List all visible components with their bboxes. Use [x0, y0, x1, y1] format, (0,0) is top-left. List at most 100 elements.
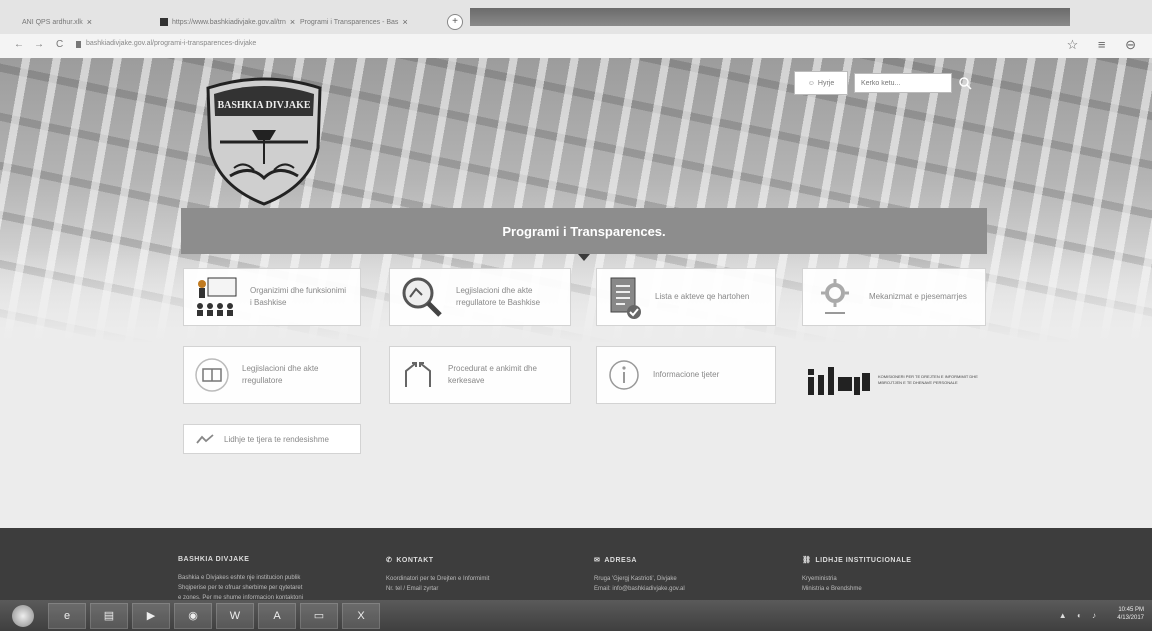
info-icon — [609, 360, 639, 390]
close-icon[interactable]: × — [290, 17, 295, 27]
user-icon: ☺ — [807, 79, 815, 87]
search-icon[interactable] — [958, 76, 972, 90]
taskbar-media[interactable]: ▶ — [132, 602, 170, 629]
forward-button[interactable]: → — [34, 39, 44, 50]
back-button[interactable]: ← — [14, 39, 24, 50]
tab-3[interactable]: Programi i Transparences - Bas × — [300, 12, 408, 32]
window-icon: ▭ — [313, 610, 325, 622]
transparency-banner: Programi i Transparences. — [181, 208, 987, 261]
footer-col-address: ✉ ADRESA Rruga 'Gjergj Kastrioti', Divja… — [594, 556, 794, 594]
chrome-icon: ◉ — [188, 610, 198, 622]
footer-link[interactable]: Nr. tel / Email zyrtar — [386, 584, 586, 594]
card-label: Legjislacioni dhe akte rregullatore te B… — [456, 286, 541, 307]
media-icon: ▶ — [146, 610, 156, 622]
phone-icon: ✆ — [386, 557, 393, 564]
idp-logo[interactable]: KOMISIONERI PER TE DREJTEN E INFORMIMIT … — [806, 360, 986, 400]
handshake-icon — [196, 434, 214, 444]
reload-button[interactable]: C — [56, 39, 63, 50]
footer-heading: ⛓ LIDHJE INSTITUCIONALE — [802, 556, 912, 565]
clipboard-icon — [610, 277, 641, 319]
card-label: Mekanizmat e pjesemarrjes — [869, 292, 967, 301]
page-title: Programi i Transparences. — [502, 223, 666, 239]
card-informacione[interactable]: Informacione tjeter — [596, 346, 776, 404]
footer-link[interactable]: Ministria e Brendshme — [802, 584, 1002, 594]
taskbar-ie[interactable]: e — [48, 602, 86, 629]
footer-heading: ✉ ADRESA — [594, 556, 637, 565]
favicon-icon — [160, 18, 168, 26]
ie-icon: e — [63, 609, 71, 622]
footer-text: Kryeministria Ministria e Brendshme — [802, 574, 1002, 594]
tab-3-label: Programi i Transparences - Bas — [300, 18, 399, 26]
taskbar-explorer[interactable]: ▤ — [90, 602, 128, 629]
presenter-icon — [197, 277, 237, 316]
card-lista-akteve[interactable]: Lista e akteve qe hartohen — [596, 268, 776, 326]
close-icon[interactable]: × — [402, 17, 407, 27]
tab-1-label: ANI QPS ardhur.xlk — [22, 18, 83, 26]
magnifier-icon — [402, 277, 442, 317]
footer-col-contact: ✆ KONTAKT Koordinatori per te Drejten e … — [386, 556, 586, 594]
card-label: Informacione tjeter — [653, 370, 720, 379]
card-procedurat[interactable]: Procedurat e ankimit dhe kerkesave — [389, 346, 571, 404]
url-field[interactable]: bashkiadivjake.gov.al/programi-i-transpa… — [86, 40, 256, 47]
close-icon[interactable]: × — [87, 17, 92, 27]
search-input[interactable] — [854, 73, 952, 93]
taskbar-acrobat[interactable]: A — [258, 602, 296, 629]
footer-link[interactable]: Rruga 'Gjergj Kastrioti', Divjake — [594, 574, 794, 584]
word-icon: W — [229, 609, 241, 622]
card-label: Procedurat e ankimit dhe kerkesave — [448, 364, 537, 385]
tab-1[interactable]: ANI QPS ardhur.xlk × — [22, 12, 92, 32]
idp-logo-mark — [808, 367, 870, 395]
footer-link[interactable]: Email: info@bashkiadivjake.gov.al — [594, 584, 794, 594]
taskbar-chrome[interactable]: ◉ — [174, 602, 212, 629]
footer-link[interactable]: Kryeministria — [802, 574, 1002, 584]
card-mekanizmat[interactable]: Mekanizmat e pjesemarrjes — [802, 268, 986, 326]
login-button[interactable]: ☺ Hyrje — [794, 71, 848, 95]
card-label: Lidhje te tjera te rendesishme — [224, 434, 329, 444]
lock-icon — [76, 41, 81, 48]
taskbar-word[interactable]: W — [216, 602, 254, 629]
taskbar-excel[interactable]: X — [342, 602, 380, 629]
clock-time: 10:45 PM — [1118, 607, 1144, 613]
footer-heading: ✆ KONTAKT — [386, 556, 434, 565]
card-legjislacioni[interactable]: Legjislacioni dhe akte rregullatore te B… — [389, 268, 571, 326]
system-clock[interactable]: 10:45 PM 4/13/2017 — [1117, 606, 1144, 623]
card-label: Organizimi dhe funksionimi i Bashkise — [250, 286, 347, 307]
new-tab-button[interactable]: + — [447, 14, 463, 30]
shield-text: BASHKIA DIVJAKE — [217, 100, 310, 111]
address-bar: ← → C bashkiadivjake.gov.al/programi-i-t… — [0, 34, 1152, 59]
card-organizimi[interactable]: Organizimi dhe funksionimi i Bashkise — [183, 268, 361, 326]
system-tray-icons[interactable]: ▲ ◐ ♪ — [1059, 611, 1100, 620]
browser-tab-strip: ANI QPS ardhur.xlk × https://www.bashkia… — [0, 0, 1152, 34]
clock-date: 4/13/2017 — [1117, 615, 1144, 622]
footer-col-links: ⛓ LIDHJE INSTITUCIONALE Kryeministria Mi… — [802, 556, 1002, 594]
tab-2[interactable]: https://www.bashkiadivjake.gov.al/trn × — [160, 12, 295, 32]
footer-text: Rruga 'Gjergj Kastrioti', Divjake Email:… — [594, 574, 794, 594]
municipality-shield-logo[interactable]: BASHKIA DIVJAKE — [200, 68, 328, 208]
footer-col-about: BASHKIA DIVJAKE Bashkia e Divjakes eshte… — [178, 556, 378, 604]
card-label: Lista e akteve qe hartohen — [655, 292, 750, 301]
link-icon: ⛓ — [802, 557, 812, 564]
idp-logo-text: KOMISIONERI PER TE DREJTEN E INFORMIMIT … — [878, 373, 978, 385]
tab-strip-background — [470, 8, 1070, 26]
footer: BASHKIA DIVJAKE Bashkia e Divjakes eshte… — [0, 528, 1152, 601]
browser-menu-icons[interactable]: ☆ ≡ ⊖ — [1067, 37, 1144, 53]
card-label: Legjislacioni dhe akte rregullatore — [242, 364, 319, 385]
card-legjislacioni-akte[interactable]: Legjislacioni dhe akte rregullatore — [183, 346, 361, 404]
windows-taskbar: e ▤ ▶ ◉ W A ▭ X ▲ ◐ ♪ 10:45 PM 4/13/2017 — [0, 600, 1152, 631]
banner-arrow — [578, 254, 590, 261]
card-lidhje[interactable]: Lidhje te tjera te rendesishme — [183, 424, 361, 454]
footer-text: Bashkia e Divjakes eshte nje institucion… — [178, 575, 304, 602]
footer-heading: BASHKIA DIVJAKE — [178, 556, 250, 563]
folder-icon: ▤ — [103, 610, 115, 622]
acrobat-icon: A — [273, 609, 281, 622]
gear-icon — [821, 279, 849, 314]
start-button[interactable] — [12, 604, 34, 627]
footer-link[interactable]: Koordinatori per te Drejten e Informimit — [386, 574, 586, 584]
law-book-icon — [195, 358, 229, 392]
taskbar-folder[interactable]: ▭ — [300, 602, 338, 629]
tab-2-label: https://www.bashkiadivjake.gov.al/trn — [172, 18, 286, 26]
header-tools: ☺ Hyrje — [794, 71, 972, 95]
arrows-icon — [405, 362, 431, 387]
excel-icon: X — [357, 609, 365, 622]
mail-icon: ✉ — [594, 557, 601, 564]
